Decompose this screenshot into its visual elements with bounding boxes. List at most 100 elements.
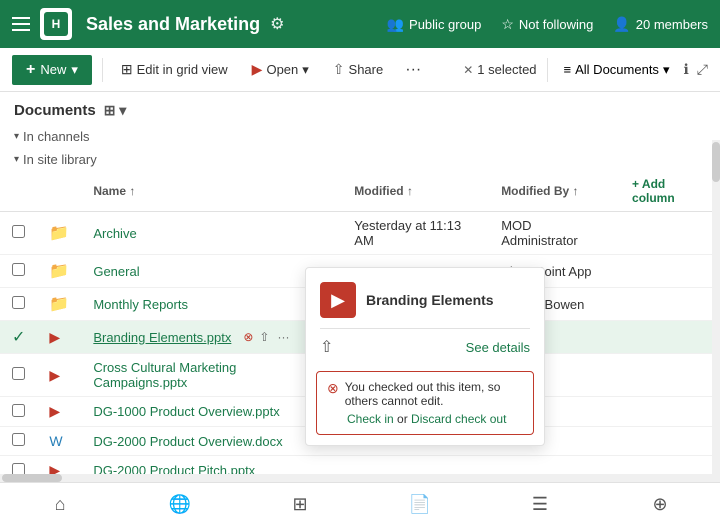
in-channels-header[interactable]: ▾ In channels bbox=[0, 125, 720, 148]
row-checkbox[interactable] bbox=[0, 255, 37, 288]
info-icon[interactable]: ℹ bbox=[683, 61, 688, 78]
list-icon: ≡ bbox=[564, 62, 572, 77]
globe-icon: 🌐 bbox=[169, 494, 191, 515]
home-icon: ⌂ bbox=[55, 494, 66, 515]
divider bbox=[102, 58, 103, 82]
members-item[interactable]: 👤 20 members bbox=[613, 16, 708, 33]
grid-edit-icon: ⊞ bbox=[121, 61, 133, 78]
file-name-cell[interactable]: Archive bbox=[81, 212, 342, 255]
scroll-thumb[interactable] bbox=[712, 142, 720, 182]
public-group-item[interactable]: 👥 Public group bbox=[387, 16, 482, 33]
edit-grid-button[interactable]: ⊞ Edit in grid view bbox=[113, 56, 236, 83]
open-button[interactable]: ▶ Open ▾ bbox=[244, 56, 317, 83]
more-button[interactable]: ··· bbox=[399, 57, 427, 83]
folder-icon: 📁 bbox=[49, 296, 69, 313]
file-type-icon: ▶ bbox=[37, 456, 81, 476]
grid-nav-item[interactable]: ⊞ bbox=[278, 483, 322, 526]
site-title: Sales and Marketing bbox=[86, 14, 260, 35]
file-name-cell[interactable]: Monthly Reports bbox=[81, 288, 342, 321]
row-checkbox[interactable] bbox=[0, 456, 37, 476]
file-name-cell[interactable]: DG-2000 Product Pitch.pptx bbox=[81, 456, 342, 476]
modified-by-header[interactable]: Modified By ↑ bbox=[489, 171, 620, 212]
folder-icon: 📁 bbox=[49, 225, 69, 242]
plus-circle-icon: ⊕ bbox=[652, 494, 667, 515]
modified-header[interactable]: Modified ↑ bbox=[342, 171, 489, 212]
file-name-link[interactable]: General bbox=[93, 264, 139, 279]
file-type-icon: ▶ bbox=[37, 354, 81, 397]
file-name-cell[interactable]: DG-1000 Product Overview.pptx bbox=[81, 397, 342, 427]
selected-badge: ✕ 1 selected bbox=[463, 62, 536, 77]
view-toggle-icon[interactable]: ⊞ ▾ bbox=[104, 102, 127, 119]
row-checkbox[interactable] bbox=[0, 354, 37, 397]
see-details-link[interactable]: See details bbox=[466, 340, 530, 355]
selected-count-label: 1 selected bbox=[477, 62, 536, 77]
pptx-icon: ▶ bbox=[49, 367, 60, 383]
row-checkbox[interactable] bbox=[0, 397, 37, 427]
hamburger-menu[interactable] bbox=[12, 17, 30, 31]
table-row[interactable]: ▶ DG-2000 Product Pitch.pptx bbox=[0, 456, 720, 476]
share-icon: ⇧ bbox=[333, 61, 345, 78]
file-name-link[interactable]: Branding Elements.pptx bbox=[93, 330, 231, 345]
popup-share-icon: ⇧ bbox=[320, 337, 333, 357]
checkout-remove-icon[interactable]: ⊗ bbox=[243, 330, 253, 344]
not-following-item[interactable]: ☆ Not following bbox=[501, 16, 593, 33]
people-icon: 👥 bbox=[387, 16, 404, 33]
file-name-cell[interactable]: Cross Cultural Marketing Campaigns.pptx bbox=[81, 354, 342, 397]
plus-nav-item[interactable]: ⊕ bbox=[638, 483, 682, 526]
name-header[interactable]: Name ↑ bbox=[81, 171, 342, 212]
file-name-cell[interactable]: Branding Elements.pptx ⊗ ⇧ ··· bbox=[81, 321, 342, 354]
row-checkbox[interactable] bbox=[0, 288, 37, 321]
file-detail-popup: ▶ Branding Elements ⇧ See details ⊗ You … bbox=[305, 267, 545, 446]
share-button[interactable]: ⇧ Share bbox=[325, 56, 391, 83]
modified-cell bbox=[342, 456, 489, 476]
vertical-scrollbar[interactable] bbox=[712, 140, 720, 526]
in-channels-label: In channels bbox=[23, 129, 90, 144]
row-more-icon[interactable]: ··· bbox=[275, 328, 291, 346]
close-selected-icon[interactable]: ✕ bbox=[463, 63, 473, 77]
more-icon: ··· bbox=[405, 61, 421, 79]
file-type-icon: 📁 bbox=[37, 255, 81, 288]
file-name-cell[interactable]: DG-2000 Product Overview.docx bbox=[81, 427, 342, 456]
globe-nav-item[interactable]: 🌐 bbox=[158, 483, 202, 526]
check-in-link[interactable]: Check in bbox=[347, 412, 394, 426]
file-name-link[interactable]: Monthly Reports bbox=[93, 297, 188, 312]
row-checkbox[interactable] bbox=[0, 427, 37, 456]
chevron-down-icon: ▾ bbox=[14, 131, 19, 142]
chevron-down-icon: ▾ bbox=[71, 62, 78, 78]
open-label: Open bbox=[266, 62, 298, 77]
popup-header: ▶ Branding Elements bbox=[306, 268, 544, 328]
file-name-cell[interactable]: General bbox=[81, 255, 342, 288]
horizontal-scrollbar[interactable] bbox=[0, 474, 712, 482]
h-scroll-thumb[interactable] bbox=[2, 474, 62, 482]
list-nav-item[interactable]: ☰ bbox=[518, 483, 562, 526]
members-label: 20 members bbox=[636, 17, 708, 32]
docx-icon: W bbox=[49, 433, 62, 449]
discard-checkout-link[interactable]: Discard check out bbox=[411, 412, 506, 426]
doc-nav-item[interactable]: 📄 bbox=[398, 483, 442, 526]
chevron-down-icon2: ▾ bbox=[14, 154, 19, 165]
popup-action-links: Check in or Discard check out bbox=[327, 412, 523, 426]
all-docs-label: All Documents bbox=[575, 62, 659, 77]
document-icon: 📄 bbox=[409, 494, 431, 515]
popup-file-icon: ▶ bbox=[320, 282, 356, 318]
expand-icon[interactable]: ⤢ bbox=[697, 61, 708, 78]
settings-icon[interactable]: ⚙ bbox=[270, 14, 284, 34]
new-button[interactable]: + New ▾ bbox=[12, 55, 92, 85]
file-type-icon: 📁 bbox=[37, 288, 81, 321]
file-name-link[interactable]: Archive bbox=[93, 226, 136, 241]
add-column-header[interactable]: + Add column bbox=[620, 171, 720, 212]
row-share-icon[interactable]: ⇧ bbox=[257, 328, 271, 346]
file-type-icon: 📁 bbox=[37, 212, 81, 255]
table-row[interactable]: 📁 Archive Yesterday at 11:13 AM MOD Admi… bbox=[0, 212, 720, 255]
file-name-link[interactable]: DG-1000 Product Overview.pptx bbox=[93, 404, 279, 419]
file-name-link[interactable]: DG-2000 Product Overview.docx bbox=[93, 434, 282, 449]
home-nav-item[interactable]: ⌂ bbox=[38, 483, 82, 526]
checkout-icon: ✓ bbox=[12, 329, 25, 346]
bottom-navigation: ⌂ 🌐 ⊞ 📄 ☰ ⊕ bbox=[0, 482, 720, 526]
file-name-link[interactable]: Cross Cultural Marketing Campaigns.pptx bbox=[93, 360, 236, 390]
all-documents-button[interactable]: ≡ All Documents ▾ bbox=[558, 58, 676, 82]
warning-icon: ⊗ bbox=[327, 380, 339, 397]
folder-icon: 📁 bbox=[49, 263, 69, 280]
row-checkbox[interactable] bbox=[0, 212, 37, 255]
in-site-library-header[interactable]: ▾ In site library bbox=[0, 148, 720, 171]
